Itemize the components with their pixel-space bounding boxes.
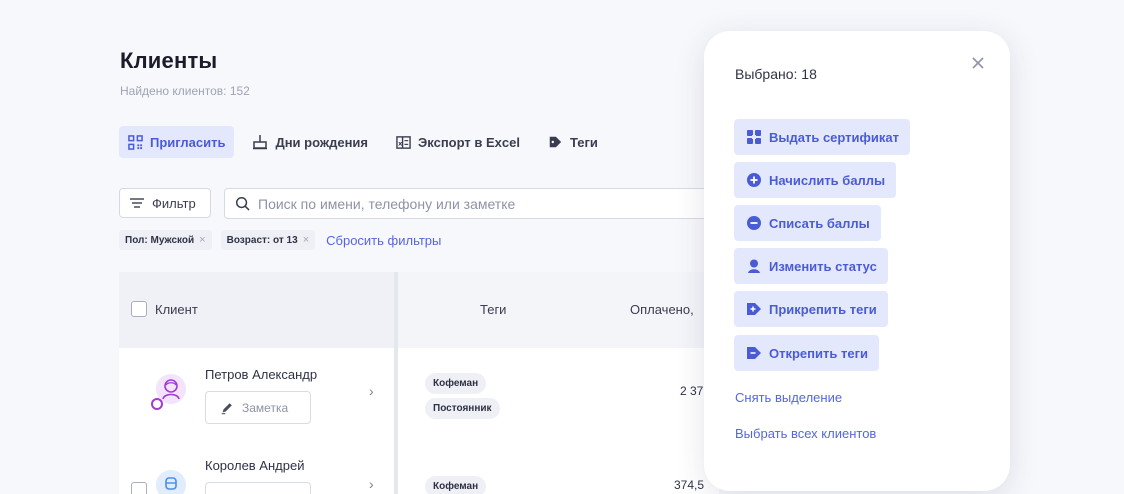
- clients-table: Клиент Теги Оплачено, Петров Александр З…: [119, 272, 719, 494]
- attach-tags-button[interactable]: Прикрепить теги: [734, 291, 888, 327]
- page-title: Клиенты: [120, 48, 218, 73]
- action-label: Открепить теги: [769, 345, 868, 361]
- table-header-left: Клиент: [119, 272, 394, 348]
- selected-count: Выбрано: 18: [735, 66, 817, 82]
- select-all-clients-link[interactable]: Выбрать всех клиентов: [735, 426, 876, 441]
- paid-amount: 2 37: [680, 384, 704, 398]
- pencil-icon: [220, 401, 234, 415]
- table-row[interactable]: Королев Андрей › Кофеман 374,5: [119, 438, 719, 494]
- certificate-icon: [746, 129, 762, 145]
- paid-amount: 374,5: [674, 478, 705, 492]
- change-status-button[interactable]: Изменить статус: [734, 248, 888, 284]
- birthdays-label: Дни рождения: [275, 134, 368, 150]
- avatar: [156, 470, 186, 494]
- reset-filters-link[interactable]: Сбросить фильтры: [326, 233, 441, 248]
- detach-tags-button[interactable]: Открепить теги: [734, 335, 879, 371]
- table-header-right: Теги Оплачено,: [398, 272, 719, 348]
- invite-button[interactable]: Пригласить: [119, 126, 235, 158]
- clients-count: Найдено клиентов: 152: [120, 84, 250, 98]
- table-row[interactable]: Петров Александр Заметка › Кофеман Посто…: [119, 348, 719, 438]
- chip-label: Возраст: от 13: [226, 234, 298, 246]
- tags-label: Теги: [569, 134, 598, 150]
- add-points-button[interactable]: Начислить баллы: [734, 162, 897, 198]
- client-name: Королев Андрей: [205, 458, 305, 473]
- cake-icon: [252, 134, 268, 150]
- excel-icon: x: [395, 134, 411, 150]
- filter-chip-gender: Пол: Мужской ×: [119, 230, 212, 250]
- deduct-points-button[interactable]: Списать баллы: [734, 205, 881, 241]
- note-label: Заметка: [242, 400, 289, 415]
- toolbar: Пригласить Дни рождения x Экспорт в Exce…: [119, 126, 607, 158]
- select-all-checkbox[interactable]: [131, 301, 147, 317]
- issue-certificate-button[interactable]: Выдать сертификат: [734, 119, 910, 155]
- chip-label: Пол: Мужской: [125, 234, 195, 246]
- clear-selection-link[interactable]: Снять выделение: [735, 390, 842, 405]
- filter-chip-age: Возраст: от 13 ×: [220, 230, 316, 250]
- row-checkbox[interactable]: [131, 482, 147, 494]
- invite-label: Пригласить: [150, 134, 226, 150]
- tag-plus-icon: [746, 301, 762, 317]
- note-button[interactable]: [205, 482, 311, 494]
- action-label: Прикрепить теги: [769, 301, 877, 317]
- action-label: Списать баллы: [769, 215, 870, 231]
- tags-button[interactable]: Теги: [539, 126, 607, 158]
- tag-pill: Постоянник: [425, 398, 500, 419]
- chip-remove-icon[interactable]: ×: [199, 234, 205, 246]
- birthdays-button[interactable]: Дни рождения: [244, 126, 377, 158]
- plus-circle-icon: [746, 172, 762, 188]
- selection-panel: Выбрано: 18 Выдать сертификат Начислить …: [704, 31, 1010, 491]
- status-ring-icon: [151, 398, 163, 410]
- active-filters: Пол: Мужской × Возраст: от 13 × Сбросить…: [119, 230, 441, 250]
- search-box: [224, 188, 724, 219]
- action-label: Начислить баллы: [769, 172, 886, 188]
- export-excel-button[interactable]: x Экспорт в Excel: [387, 126, 529, 158]
- tag-pill: Кофеман: [425, 373, 487, 394]
- chip-remove-icon[interactable]: ×: [303, 234, 309, 246]
- paid-column-header: Оплачено,: [630, 302, 694, 317]
- tag-icon: [547, 134, 563, 150]
- filter-label: Фильтр: [152, 195, 196, 211]
- chevron-right-icon[interactable]: ›: [369, 383, 374, 399]
- client-name: Петров Александр: [205, 367, 318, 382]
- client-header-label: Клиент: [155, 301, 198, 317]
- chevron-right-icon[interactable]: ›: [369, 476, 374, 492]
- filter-button[interactable]: Фильтр: [119, 188, 211, 218]
- search-icon: [235, 196, 250, 211]
- tags-column-header: Теги: [480, 302, 507, 317]
- qr-code-icon: [127, 134, 143, 150]
- filter-icon: [129, 197, 145, 209]
- close-icon[interactable]: [970, 55, 986, 71]
- column-divider: [394, 272, 398, 494]
- action-label: Выдать сертификат: [769, 129, 899, 145]
- user-status-icon: [746, 258, 762, 274]
- tag-minus-icon: [746, 345, 762, 361]
- search-input[interactable]: [258, 195, 698, 212]
- note-button[interactable]: Заметка: [205, 391, 311, 424]
- minus-circle-icon: [746, 215, 762, 231]
- tag-pill: Кофеман: [425, 476, 487, 494]
- export-label: Экспорт в Excel: [418, 134, 520, 150]
- client-column-header: Клиент: [131, 301, 198, 317]
- action-label: Изменить статус: [769, 258, 877, 274]
- clients-page: Клиенты Найдено клиентов: 152 Пригласить…: [0, 0, 1124, 494]
